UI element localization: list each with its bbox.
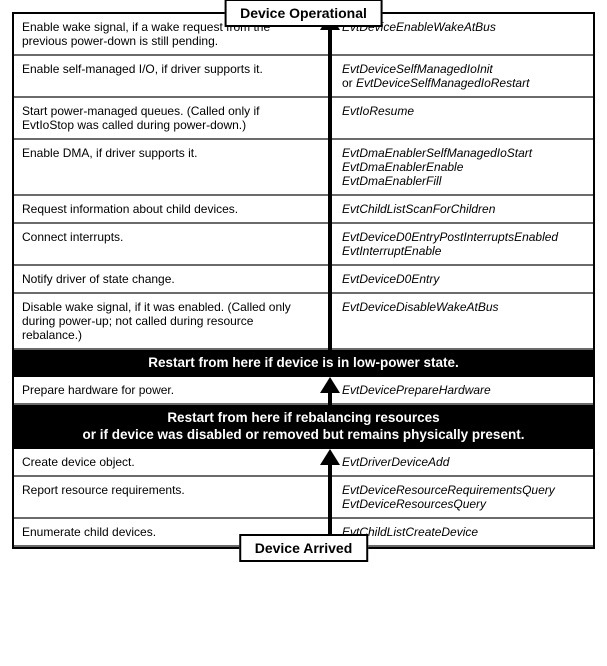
title-bottom-text: Device Arrived — [255, 540, 353, 556]
callback-name: or EvtDeviceSelfManagedIoRestart — [342, 76, 585, 90]
table-row: Enable DMA, if driver supports it.EvtDma… — [14, 140, 593, 196]
callback-name: EvtDeviceD0Entry — [342, 272, 585, 286]
step-description: Report resource requirements. — [14, 477, 334, 517]
step-description: Start power-managed queues. (Called only… — [14, 98, 334, 138]
section-upper: Enable wake signal, if a wake request fr… — [14, 14, 593, 350]
step-description: Prepare hardware for power. — [14, 377, 334, 403]
callback-names: EvtChildListCreateDevice — [334, 519, 593, 545]
callback-names: EvtDeviceResourceRequirementsQueryEvtDev… — [334, 477, 593, 517]
restart-bar-low-power-text: Restart from here if device is in low-po… — [148, 355, 459, 370]
callback-names: EvtDevicePrepareHardware — [334, 377, 593, 403]
callback-name: EvtIoResume — [342, 104, 585, 118]
table-row: Prepare hardware for power. EvtDevicePrep… — [14, 377, 593, 405]
step-description: Request information about child devices. — [14, 196, 334, 222]
callback-name: EvtDevicePrepareHardware — [342, 383, 585, 397]
callback-name: EvtDriverDeviceAdd — [342, 455, 585, 469]
callback-name: EvtDeviceSelfManagedIoInit — [342, 62, 585, 76]
callback-name: EvtChildListCreateDevice — [342, 525, 585, 539]
callback-name: EvtDmaEnablerEnable — [342, 160, 585, 174]
callback-name: EvtDeviceResourcesQuery — [342, 497, 585, 511]
callback-name: EvtInterruptEnable — [342, 244, 585, 258]
step-description: Create device object. — [14, 449, 334, 475]
callback-names: EvtChildListScanForChildren — [334, 196, 593, 222]
section-lower: Create device object. EvtDriverDeviceAdd R… — [14, 449, 593, 547]
title-bottom-badge: Device Arrived — [239, 534, 369, 562]
table-row: Connect interrupts.EvtDeviceD0EntryPostI… — [14, 224, 593, 266]
callback-names: EvtDeviceD0EntryPostInterruptsEnabledEvt… — [334, 224, 593, 264]
callback-names: EvtDriverDeviceAdd — [334, 449, 593, 475]
callback-names: EvtDeviceDisableWakeAtBus — [334, 294, 593, 348]
step-description: Disable wake signal, if it was enabled. … — [14, 294, 334, 348]
restart-bar-rebalance-line: Restart from here if rebalancing resourc… — [20, 410, 587, 427]
section-middle: Prepare hardware for power. EvtDevicePrep… — [14, 377, 593, 405]
table-row: Create device object. EvtDriverDeviceAdd — [14, 449, 593, 477]
step-description: Enable DMA, if driver supports it. — [14, 140, 334, 194]
callback-name: EvtChildListScanForChildren — [342, 202, 585, 216]
restart-bar-rebalance: Restart from here if rebalancing resourc… — [14, 405, 593, 449]
callback-name: EvtDeviceResourceRequirementsQuery — [342, 483, 585, 497]
callback-name: EvtDeviceDisableWakeAtBus — [342, 300, 585, 314]
table-row: Report resource requirements.EvtDeviceRe… — [14, 477, 593, 519]
restart-bar-rebalance-line: or if device was disabled or removed but… — [20, 427, 587, 444]
title-top-text: Device Operational — [240, 5, 367, 21]
step-description: Enable self-managed I/O, if driver suppo… — [14, 56, 334, 96]
callback-names: EvtIoResume — [334, 98, 593, 138]
callback-name: EvtDmaEnablerSelfManagedIoStart — [342, 146, 585, 160]
table-row: Enable self-managed I/O, if driver suppo… — [14, 56, 593, 98]
callback-names: EvtDmaEnablerSelfManagedIoStartEvtDmaEna… — [334, 140, 593, 194]
table-row: Notify driver of state change. EvtDeviceD… — [14, 266, 593, 294]
callback-names: EvtDeviceSelfManagedIoInitor EvtDeviceSe… — [334, 56, 593, 96]
callback-names: EvtDeviceD0Entry — [334, 266, 593, 292]
table-row: Disable wake signal, if it was enabled. … — [14, 294, 593, 350]
or-text: or — [342, 76, 356, 90]
title-top-badge: Device Operational — [224, 0, 383, 27]
restart-bar-low-power: Restart from here if device is in low-po… — [14, 350, 593, 377]
callback-name: EvtDeviceD0EntryPostInterruptsEnabled — [342, 230, 585, 244]
step-description: Connect interrupts. — [14, 224, 334, 264]
table-row: Request information about child devices.… — [14, 196, 593, 224]
step-description: Notify driver of state change. — [14, 266, 334, 292]
table-row: Start power-managed queues. (Called only… — [14, 98, 593, 140]
callback-name: EvtDmaEnablerFill — [342, 174, 585, 188]
diagram-frame: Device Operational Enable wake signal, i… — [12, 12, 595, 549]
